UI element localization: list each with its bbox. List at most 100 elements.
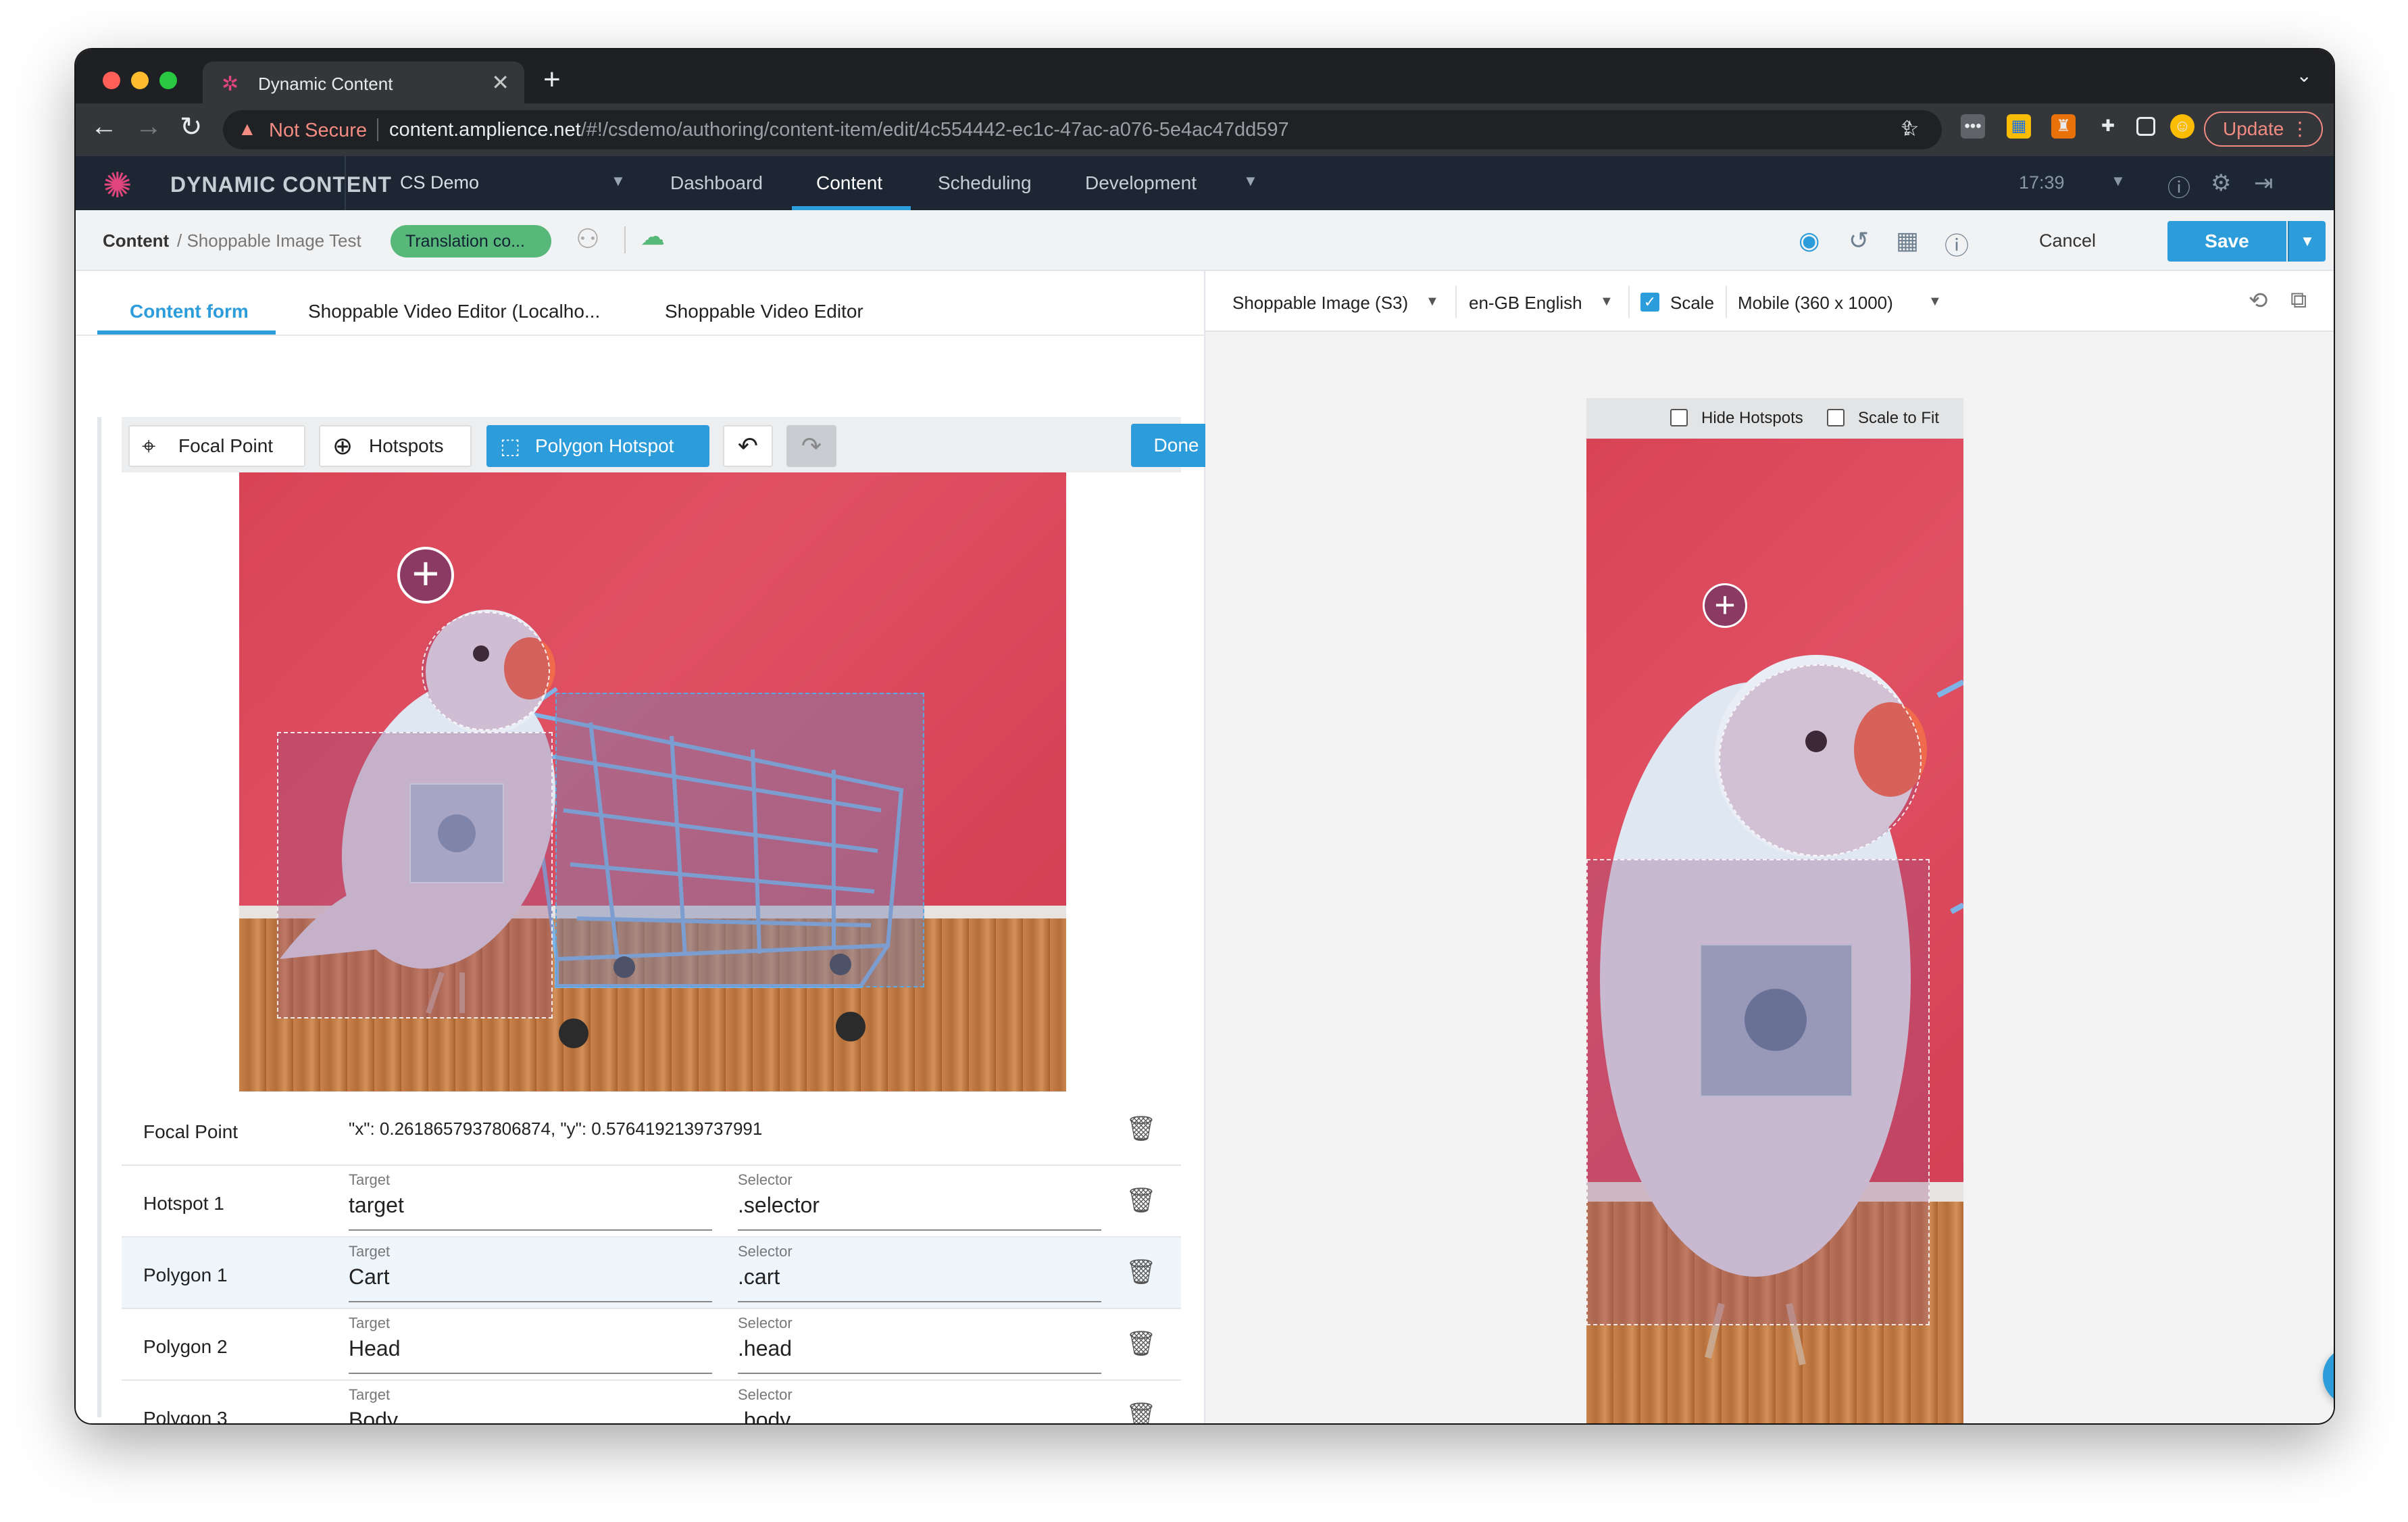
extension-grid-icon[interactable]: ▦ <box>2007 114 2031 139</box>
clock-caret-icon[interactable]: ▼ <box>2111 172 2126 190</box>
focal-point-add-icon[interactable]: + <box>397 547 454 604</box>
nav-divider <box>345 156 346 210</box>
locale-select[interactable]: en-GB English <box>1469 293 1582 314</box>
hide-hotspots-label[interactable]: Hide Hotspots <box>1701 409 1803 428</box>
workflow-status-badge[interactable]: Translation co... <box>391 225 551 257</box>
rotate-device-icon[interactable]: ⟲ <box>2249 287 2268 314</box>
preview-eye-icon[interactable]: ◉ <box>1799 226 1820 255</box>
nav-tab-development[interactable]: Development <box>1085 172 1197 194</box>
focal-point-label: Focal Point <box>178 435 274 456</box>
selector-input[interactable]: .cart <box>738 1265 780 1290</box>
extension-rocket-icon[interactable]: ♜ <box>2051 114 2076 139</box>
url-path: /#!/csdemo/authoring/content-item/edit/4… <box>580 119 1289 141</box>
url-text[interactable]: content.amplience.net/#!/csdemo/authorin… <box>389 119 1289 141</box>
selector-input[interactable]: .body <box>738 1408 791 1423</box>
tab-shoppable-video-editor-localhost[interactable]: Shoppable Video Editor (Localho... <box>308 301 600 322</box>
help-icon[interactable]: ⓘ <box>2167 170 2190 203</box>
selector-input-underline <box>738 1229 1101 1231</box>
target-input[interactable]: Body <box>349 1408 398 1423</box>
clock-display[interactable]: 17:39 <box>2019 172 2065 193</box>
target-input[interactable]: Cart <box>349 1265 389 1290</box>
hide-hotspots-checkbox[interactable] <box>1670 409 1688 426</box>
scale-to-fit-label[interactable]: Scale to Fit <box>1858 409 1939 428</box>
profile-avatar[interactable]: ☺ <box>2170 114 2194 139</box>
selector-input[interactable]: .head <box>738 1336 792 1361</box>
locale-caret-icon[interactable]: ▼ <box>1600 294 1613 310</box>
target-input[interactable]: target <box>349 1193 404 1218</box>
minimize-window-button[interactable] <box>131 72 149 89</box>
cancel-button[interactable]: Cancel <box>2039 230 2096 251</box>
logout-icon[interactable]: ⇥ <box>2254 170 2274 197</box>
focal-point-button[interactable]: ⌖ Focal Point <box>128 425 305 467</box>
preview-head-region[interactable] <box>1719 664 1922 856</box>
tab-content-form[interactable]: Content form <box>130 301 249 322</box>
target-field-label: Target <box>349 1243 391 1260</box>
save-button[interactable]: Save <box>2167 221 2286 262</box>
info-icon[interactable]: ⓘ <box>1945 226 1969 262</box>
not-secure-label[interactable]: Not Secure <box>269 120 367 142</box>
scale-label[interactable]: Scale <box>1670 293 1714 314</box>
visualization-caret-icon[interactable]: ▼ <box>1426 294 1439 310</box>
device-select[interactable]: Mobile (360 x 1000) <box>1738 293 1893 314</box>
cloud-sync-icon[interactable]: ☁ <box>641 222 665 251</box>
target-field-label: Target <box>349 1386 391 1403</box>
scale-checkbox[interactable]: ✓ <box>1640 293 1659 312</box>
target-field-label: Target <box>349 1315 391 1331</box>
polygon-cart-region[interactable] <box>555 693 924 987</box>
target-field-label: Target <box>349 1171 391 1188</box>
image-editor-toolbar: ⌖ Focal Point ⊕ Hotspots ⬚ Polygon Hotsp… <box>122 417 1222 472</box>
close-window-button[interactable] <box>103 72 120 89</box>
polygon-hotspot-button[interactable]: ⬚ Polygon Hotspot <box>486 425 709 467</box>
side-panel-icon[interactable] <box>2136 117 2155 136</box>
calendar-icon[interactable]: ▦ <box>1896 226 1919 255</box>
nav-more-caret-icon[interactable]: ▼ <box>1243 172 1258 190</box>
preview-add-icon[interactable]: + <box>1703 583 1747 628</box>
reload-icon[interactable]: ↻ <box>180 112 203 143</box>
preview-hotspot-dot <box>1745 989 1807 1051</box>
hub-caret-icon[interactable]: ▼ <box>611 172 626 190</box>
row-label: Polygon 3 <box>143 1408 228 1423</box>
selector-field-label: Selector <box>738 1171 793 1188</box>
scale-to-fit-checkbox[interactable] <box>1827 409 1845 426</box>
delete-trash-icon[interactable]: 🗑 <box>1126 1401 1157 1423</box>
bookmark-star-icon[interactable]: ☆ <box>1900 116 1920 141</box>
back-arrow-icon[interactable]: ← <box>91 112 118 142</box>
undo-button[interactable]: ↶ <box>723 425 773 467</box>
address-bar[interactable]: ▲ Not Secure content.amplience.net/#!/cs… <box>223 110 1942 149</box>
maximize-window-button[interactable] <box>159 72 177 89</box>
polygon-head-region[interactable] <box>422 612 550 731</box>
nav-tab-scheduling[interactable]: Scheduling <box>938 172 1032 194</box>
nav-tab-dashboard[interactable]: Dashboard <box>670 172 763 194</box>
history-icon[interactable]: ↺ <box>1849 226 1869 255</box>
browser-tab[interactable]: ✲ Dynamic Content ✕ <box>203 62 524 103</box>
tab-search-chevron-icon[interactable]: ⌄ <box>2297 64 2312 87</box>
preview-hotspot-region[interactable] <box>1700 944 1853 1097</box>
delete-trash-icon[interactable]: 🗑 <box>1126 1186 1157 1214</box>
forward-arrow-icon[interactable]: → <box>135 112 162 142</box>
visualization-select[interactable]: Shoppable Image (S3) <box>1232 293 1408 314</box>
open-external-icon[interactable]: ⧉ <box>2290 287 2307 314</box>
new-tab-button[interactable]: + <box>543 63 561 97</box>
target-input[interactable]: Head <box>349 1336 401 1361</box>
settings-gear-icon[interactable]: ⚙ <box>2211 170 2231 197</box>
device-caret-icon[interactable]: ▼ <box>1928 294 1942 310</box>
hotspots-button[interactable]: ⊕ Hotspots <box>319 425 472 467</box>
breadcrumb-root[interactable]: Content <box>103 230 169 251</box>
hub-selector[interactable]: CS Demo <box>400 172 479 193</box>
delete-trash-icon[interactable]: 🗑 <box>1126 1114 1157 1143</box>
selector-input[interactable]: .selector <box>738 1193 820 1218</box>
delete-trash-icon[interactable]: 🗑 <box>1126 1258 1157 1286</box>
hotspot-image-canvas[interactable]: + <box>239 472 1066 1091</box>
redo-button[interactable]: ↷ <box>786 425 836 467</box>
mobile-preview-image[interactable]: + <box>1586 439 1963 1423</box>
save-options-caret-icon[interactable]: ▼ <box>2288 221 2326 262</box>
extensions-puzzle-icon[interactable]: ✚ <box>2096 114 2120 139</box>
update-chrome-button[interactable]: Update ⋮ <box>2204 112 2323 147</box>
hotspot-marker-region[interactable] <box>409 783 504 883</box>
assignee-user-icon[interactable]: ⚇ <box>576 224 600 255</box>
tab-shoppable-video-editor[interactable]: Shoppable Video Editor <box>665 301 863 322</box>
tab-close-icon[interactable]: ✕ <box>491 70 509 95</box>
delete-trash-icon[interactable]: 🗑 <box>1126 1329 1157 1358</box>
nav-tab-content[interactable]: Content <box>816 172 882 194</box>
extension-dots-icon[interactable]: ••• <box>1961 114 1985 139</box>
